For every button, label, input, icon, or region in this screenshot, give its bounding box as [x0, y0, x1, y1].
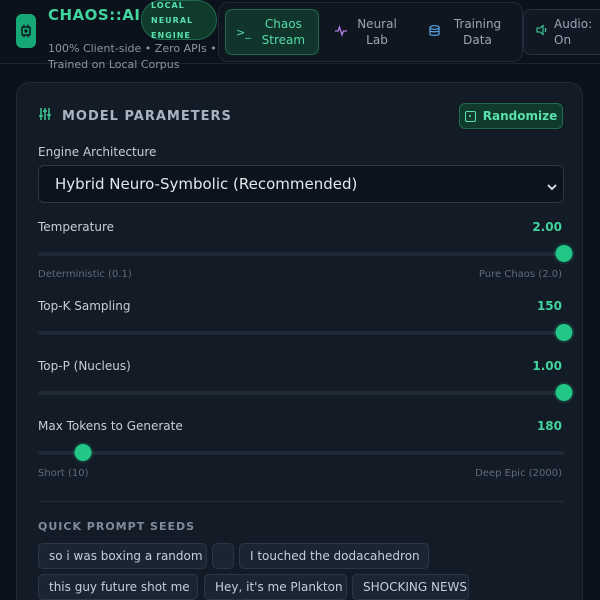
- tab-label: Neural Lab: [357, 17, 397, 47]
- audio-label: Audio: On: [554, 17, 593, 47]
- top-k-label: Top-K Sampling: [38, 299, 131, 313]
- top-k-slider[interactable]: [38, 324, 573, 341]
- temperature-label: Temperature: [38, 220, 115, 234]
- max-tokens-value: 180: [536, 419, 562, 433]
- engine-architecture-label: Engine Architecture: [38, 145, 157, 159]
- max-tokens-min-hint: Short (10): [38, 468, 89, 479]
- max-tokens-slider[interactable]: [38, 444, 564, 461]
- dice-icon: [464, 110, 476, 122]
- slider-thumb[interactable]: [555, 384, 573, 401]
- temperature-slider[interactable]: [38, 245, 573, 262]
- app-header: CHAOS::AI LOCAL NEURAL ENGINE 100% Clien…: [0, 0, 600, 71]
- divider: [38, 501, 564, 502]
- slider-thumb[interactable]: [555, 324, 573, 341]
- randomize-label: Randomize: [482, 109, 558, 123]
- temperature-value: 2.00: [532, 220, 562, 234]
- top-p-value: 1.00: [532, 359, 562, 373]
- prompt-seed-chip[interactable]: so i was boxing a random: [38, 543, 207, 569]
- max-tokens-max-hint: Deep Epic (2000): [475, 468, 562, 479]
- tab-training-data[interactable]: Training Data: [419, 9, 517, 55]
- tab-neural-lab[interactable]: Neural Lab: [325, 9, 409, 55]
- prompt-seed-chip[interactable]: I touched the dodacahedron: [239, 543, 429, 569]
- main-tabs: >_ Chaos Stream Neural Lab Training Data: [218, 2, 523, 62]
- app-subtitle: 100% Client-side • Zero APIs • Trained o…: [48, 42, 217, 71]
- app-brand: CHAOS::AI: [48, 6, 141, 24]
- tab-chaos-stream[interactable]: >_ Chaos Stream: [225, 9, 319, 55]
- tab-label: Chaos Stream: [261, 17, 306, 47]
- prompt-seed-chip[interactable]: Hey, it's me Plankton: [204, 574, 347, 600]
- engine-architecture-select[interactable]: Hybrid Neuro-Symbolic (Recommended): [38, 165, 564, 203]
- top-p-label: Top-P (Nucleus): [38, 359, 131, 373]
- speaker-icon: [536, 24, 548, 40]
- prompt-seed-chip[interactable]: SHOCKING NEWS:: [352, 574, 469, 600]
- slider-thumb[interactable]: [74, 444, 92, 461]
- temperature-max-hint: Pure Chaos (2.0): [478, 269, 562, 280]
- randomize-button[interactable]: Randomize: [459, 103, 563, 129]
- panel-title-text: MODEL PARAMETERS: [62, 108, 232, 124]
- chevron-down-icon: [547, 178, 557, 191]
- audio-toggle-button[interactable]: Audio: On: [523, 9, 600, 55]
- panel-title: MODEL PARAMETERS: [38, 107, 232, 125]
- engine-badge: LOCAL NEURAL ENGINE: [141, 0, 217, 40]
- slider-thumb[interactable]: [555, 245, 573, 262]
- activity-icon: [335, 24, 347, 39]
- tab-label: Training Data: [453, 17, 502, 47]
- terminal-icon: >_: [236, 25, 251, 39]
- prompt-seed-chip[interactable]: this guy future shot me: [38, 574, 198, 600]
- prompt-seed-chip[interactable]: [212, 543, 234, 569]
- database-icon: [429, 25, 440, 39]
- engine-architecture-value: Hybrid Neuro-Symbolic (Recommended): [55, 175, 358, 193]
- quick-prompt-seeds-title: QUICK PROMPT SEEDS: [38, 520, 196, 533]
- chip-logo-icon: [16, 14, 36, 48]
- engine-badge-label: LOCAL NEURAL ENGINE: [151, 0, 194, 40]
- max-tokens-label: Max Tokens to Generate: [38, 419, 183, 433]
- top-k-value: 150: [536, 299, 562, 313]
- top-p-slider[interactable]: [38, 384, 573, 401]
- model-parameters-panel: MODEL PARAMETERS Randomize Engine Archit…: [16, 82, 583, 600]
- sliders-icon: [38, 107, 52, 125]
- temperature-min-hint: Deterministic (0.1): [38, 269, 132, 280]
